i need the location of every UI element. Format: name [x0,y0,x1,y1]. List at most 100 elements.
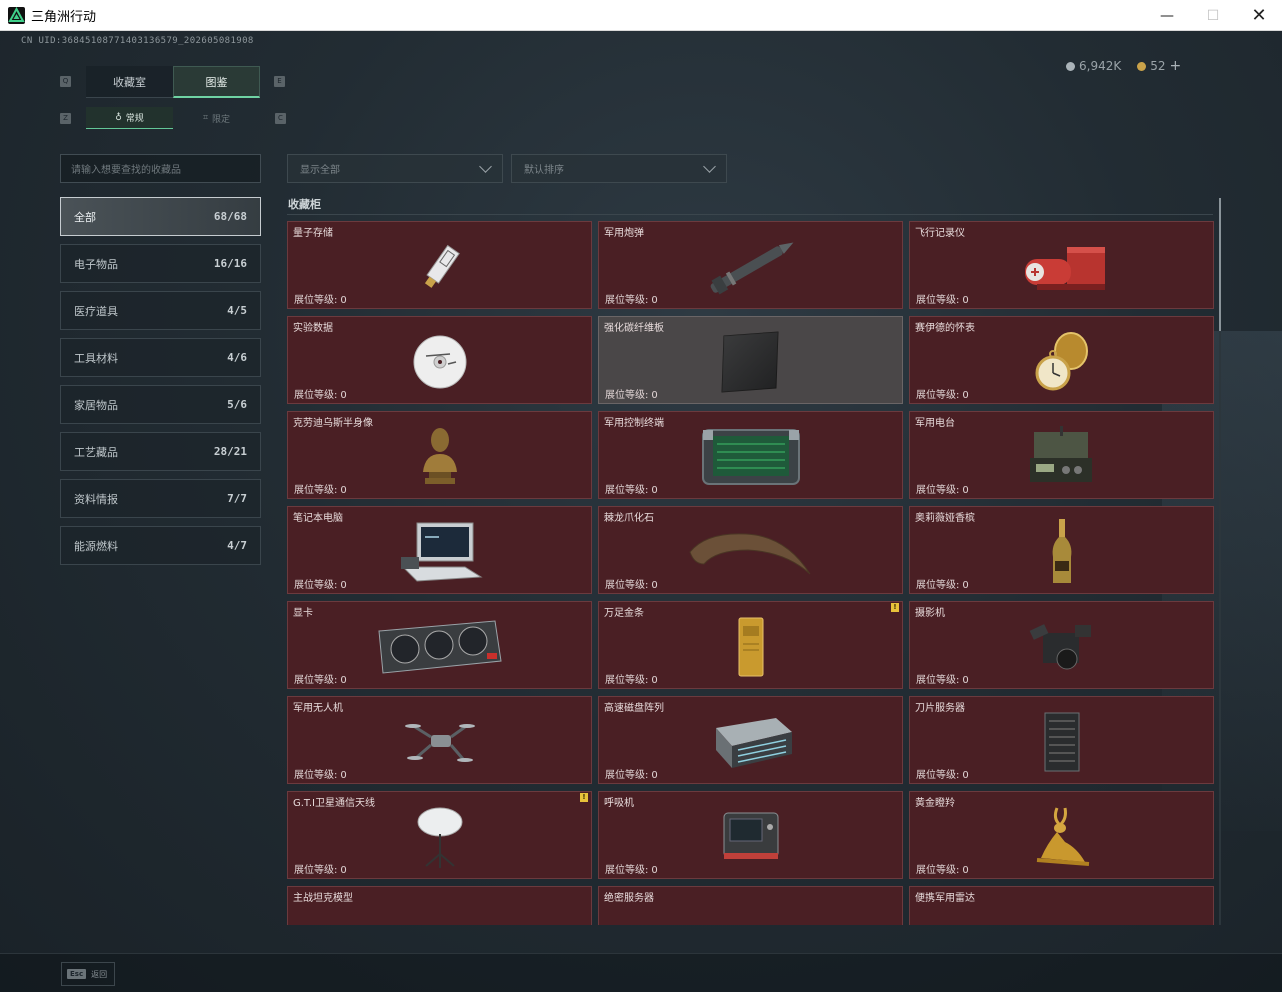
minimize-button[interactable]: — [1144,0,1190,31]
quantum-storage-icon [424,244,460,288]
blade-server-icon [1044,712,1079,772]
level-label: 展位等级: [916,675,960,686]
tab-collection-room[interactable]: 收藏室 [86,66,173,98]
collection-card-military-terminal[interactable]: 军用控制终端 展位等级: 0 [598,411,903,499]
level-value: 0 [962,390,969,401]
section-divider [287,214,1213,215]
item-name: 黄金瞪羚 [915,798,955,809]
level-value: 0 [651,485,658,496]
level-label: 展位等级: [916,485,960,496]
category-crafts[interactable]: 工艺藏品 28/21 [60,432,261,471]
item-name: 军用电台 [915,418,955,429]
tab-codex[interactable]: 图鉴 [173,66,260,98]
collection-card-claw-fossil[interactable]: 棘龙爪化石 展位等级: 0 [598,506,903,594]
search-input[interactable]: 请输入想要查找的收藏品 [60,154,261,183]
player-uid: CN UID:36845108771403136579_202605081908 [21,36,254,46]
collection-card-claudius-bust[interactable]: 克劳迪乌斯半身像 展位等级: 0 [287,411,592,499]
item-name: 万足金条 [604,608,644,619]
game-viewport: CN UID:36845108771403136579_202605081908… [0,31,1282,992]
level-label: 展位等级: [605,485,649,496]
item-name: 量子存储 [293,228,333,239]
category-household[interactable]: 家居物品 5/6 [60,385,261,424]
display-level: 展位等级: 0 [913,291,969,306]
collection-card-laptop[interactable]: 笔记本电脑 展位等级: 0 [287,506,592,594]
collection-card-quantum-storage[interactable]: 量子存储 展位等级: 0 [287,221,592,309]
add-currency-button[interactable]: + [1170,58,1182,74]
item-name: G.T.I卫星通信天线 [293,798,375,809]
close-button[interactable]: ✕ [1236,0,1282,31]
window-titlebar: 三角洲行动 — ☐ ✕ [0,0,1282,31]
display-level: 展位等级: 0 [291,576,347,591]
disk-array-icon [715,717,792,768]
collection-card-ventilator[interactable]: 呼吸机 展位等级: 0 [598,791,903,879]
category-label: 全部 [74,210,96,224]
regular-icon: ♁ [115,112,122,123]
collection-card-carbon-fiber-plate[interactable]: 强化碳纤维板 展位等级: 0 [598,316,903,404]
collection-card-gold-bar[interactable]: 万足金条 ! 展位等级: 0 [598,601,903,689]
category-tools[interactable]: 工具材料 4/6 [60,338,261,377]
display-level: 展位等级: 0 [291,291,347,306]
tab-regular[interactable]: ♁ 常规 [86,107,173,129]
display-filter-dropdown[interactable]: 显示全部 [287,154,503,183]
level-label: 展位等级: [605,390,649,401]
collection-card-graphics-card[interactable]: 显卡 展位等级: 0 [287,601,592,689]
level-label: 展位等级: [294,390,338,401]
sub-tabs: ♁ 常规 ⌗ 限定 [86,107,260,129]
key-hint-c: C [275,113,286,124]
tab-regular-label: 常规 [125,114,144,124]
tab-limited[interactable]: ⌗ 限定 [173,107,260,129]
level-label: 展位等级: [294,295,338,306]
collection-card-champagne[interactable]: 奥莉薇娅香槟 展位等级: 0 [909,506,1214,594]
level-label: 展位等级: [294,580,338,591]
category-energy[interactable]: 能源燃料 4/7 [60,526,261,565]
category-intel[interactable]: 资料情报 7/7 [60,479,261,518]
collection-card-disk-array[interactable]: 高速磁盘阵列 展位等级: 0 [598,696,903,784]
item-name: 便携军用雷达 [915,893,975,904]
collection-card-golden-gazelle[interactable]: 黄金瞪羚 展位等级: 0 [909,791,1214,879]
collection-card-satellite-antenna[interactable]: G.T.I卫星通信天线 ! 展位等级: 0 [287,791,592,879]
level-label: 展位等级: [605,295,649,306]
graphics-card-icon [377,620,502,674]
collection-card-military-drone[interactable]: 军用无人机 展位等级: 0 [287,696,592,784]
item-name: 绝密服务器 [604,893,654,904]
flight-recorder-icon [1024,246,1105,290]
claw-fossil-icon [688,533,810,575]
tab-limited-label: 限定 [212,114,231,125]
collection-card-experiment-data[interactable]: 实验数据 展位等级: 0 [287,316,592,404]
collection-card-secret-server[interactable]: 绝密服务器 [598,886,903,925]
collection-card-portable-radar[interactable]: 便携军用雷达 [909,886,1214,925]
collection-card-tank-model[interactable]: 主战坦克模型 [287,886,592,925]
category-label: 能源燃料 [74,539,118,553]
collection-card-military-shell[interactable]: 军用炮弹 展位等级: 0 [598,221,903,309]
display-filter-value: 显示全部 [300,165,340,176]
category-medical[interactable]: 医疗道具 4/5 [60,291,261,330]
level-value: 0 [651,865,658,876]
category-electronics[interactable]: 电子物品 16/16 [60,244,261,283]
collection-card-video-camera[interactable]: 摄影机 展位等级: 0 [909,601,1214,689]
main-tabs: 收藏室 图鉴 [86,66,260,98]
display-level: 展位等级: 0 [913,671,969,686]
key-hint-z: Z [60,113,71,124]
scrollbar-thumb[interactable] [1219,198,1221,331]
level-label: 展位等级: [605,865,649,876]
category-list: 全部 68/68 电子物品 16/16 医疗道具 4/5 工具材料 4/6 家居物品 5/… [60,197,261,573]
level-value: 0 [340,865,347,876]
section-title: 收藏柜 [288,198,321,211]
currency-bar: 6,942K 52 + [1066,55,1191,77]
scrollbar[interactable] [1219,198,1221,925]
level-value: 0 [340,770,347,781]
level-value: 0 [340,580,347,591]
display-level: 展位等级: 0 [602,481,658,496]
pocket-watch-icon [1035,331,1088,391]
category-count: 7/7 [227,492,247,505]
back-button[interactable]: Esc 返回 [61,962,115,986]
collection-card-flight-recorder[interactable]: 飞行记录仪 展位等级: 0 [909,221,1214,309]
maximize-button[interactable]: ☐ [1190,0,1236,31]
collection-card-pocket-watch[interactable]: 赛伊德的怀表 展位等级: 0 [909,316,1214,404]
collection-card-military-radio[interactable]: 军用电台 展位等级: 0 [909,411,1214,499]
gazelle-statue-icon [1036,807,1089,866]
item-name: 飞行记录仪 [915,228,965,239]
category-all[interactable]: 全部 68/68 [60,197,261,236]
sort-dropdown[interactable]: 默认排序 [511,154,727,183]
collection-card-blade-server[interactable]: 刀片服务器 展位等级: 0 [909,696,1214,784]
